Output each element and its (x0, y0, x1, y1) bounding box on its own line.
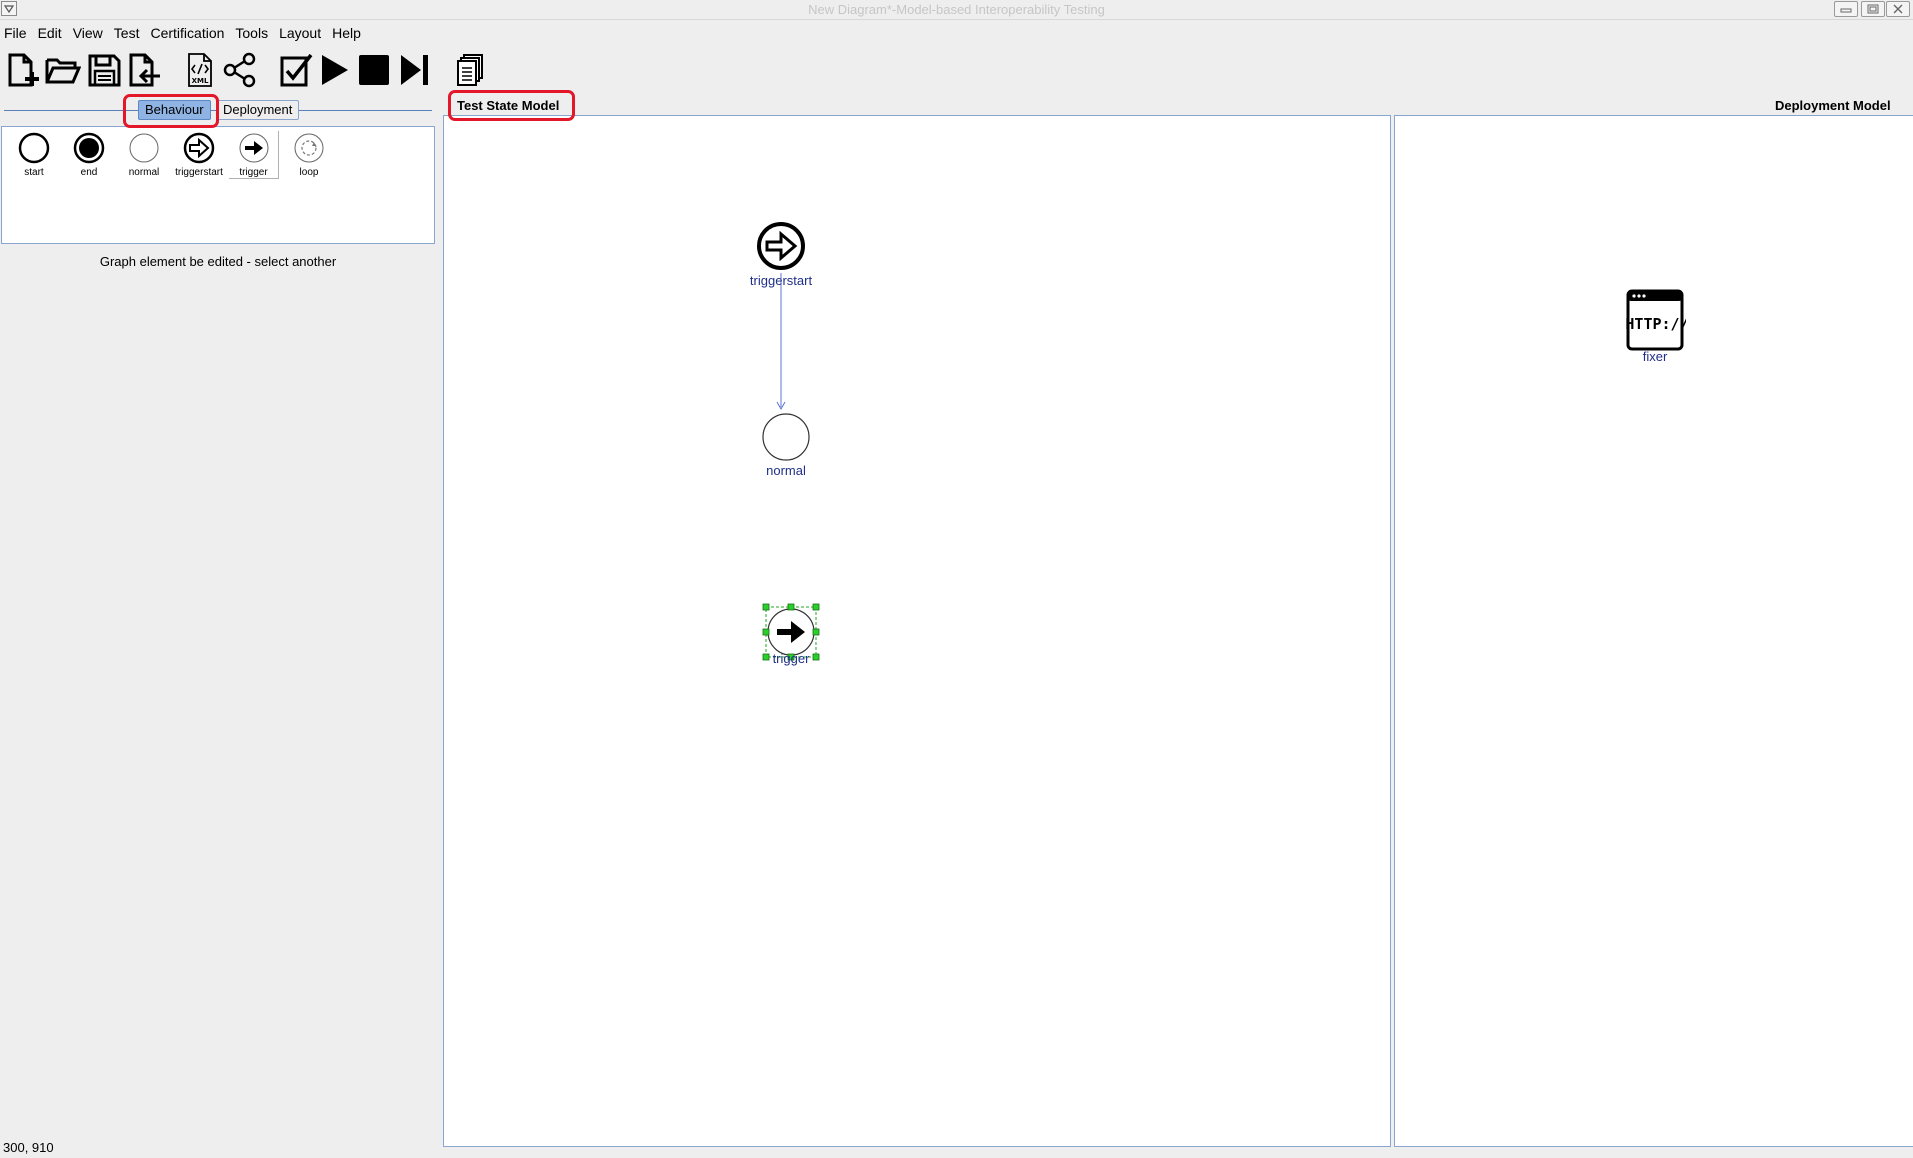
svg-text:HTTP://: HTTP:// (1625, 315, 1686, 333)
tab-behaviour[interactable]: Behaviour (138, 100, 211, 120)
palette-label: end (80, 167, 98, 178)
share-graph-icon (223, 52, 256, 88)
palette-panel: Behaviour Deployment start end normal tr… (0, 98, 436, 1128)
restore-button[interactable] (1861, 1, 1885, 17)
node-trigger[interactable]: trigger (759, 603, 823, 666)
restore-icon (1867, 4, 1879, 14)
palette-label: start (24, 167, 44, 178)
open-folder-icon (45, 58, 81, 84)
triggerstart-icon (183, 132, 215, 164)
stop-icon (359, 55, 389, 85)
edit-status-message: Graph element be edited - select another (99, 254, 337, 269)
run-button[interactable] (314, 50, 354, 90)
xml-file-icon: XML (188, 53, 212, 87)
normal-circle-icon (762, 413, 810, 461)
menu-edit[interactable]: Edit (38, 25, 62, 41)
svg-text:XML: XML (192, 77, 209, 85)
deployment-model-canvas[interactable]: HTTP:// fixer (1394, 115, 1913, 1147)
toolbar: XML (0, 50, 1913, 94)
export-button[interactable] (124, 50, 164, 90)
node-triggerstart[interactable]: triggerstart (734, 220, 828, 288)
menu-layout[interactable]: Layout (279, 25, 321, 41)
palette-label: triggerstart (175, 167, 223, 178)
menu-file[interactable]: File (4, 25, 27, 41)
deployment-model-title: Deployment Model (1775, 98, 1891, 113)
end-circle-icon (73, 132, 105, 164)
minimize-icon (1840, 8, 1852, 13)
close-icon (1893, 4, 1903, 14)
trigger-icon (239, 133, 268, 163)
http-browser-icon: HTTP:// (1625, 289, 1686, 351)
loop-icon (294, 133, 324, 163)
open-button[interactable] (43, 50, 83, 90)
play-icon (322, 55, 348, 85)
window-title: New Diagram*-Model-based Interoperabilit… (808, 2, 1105, 17)
palette-item-loop[interactable]: loop (284, 131, 334, 178)
export-document-icon (129, 53, 160, 87)
validate-button[interactable] (276, 50, 316, 90)
check-icon (280, 53, 313, 87)
menu-bar: File Edit View Test Certification Tools … (0, 22, 1913, 44)
palette-label: loop (299, 167, 319, 178)
menu-help[interactable]: Help (332, 25, 361, 41)
copy-documents-icon (457, 54, 483, 86)
menu-certification[interactable]: Certification (150, 25, 224, 41)
node-fixer[interactable]: HTTP:// fixer (1617, 289, 1693, 364)
share-button[interactable] (220, 50, 260, 90)
normal-circle-icon (129, 133, 159, 163)
palette-item-normal[interactable]: normal (119, 131, 169, 178)
cursor-coordinates: 300, 910 (3, 1140, 54, 1155)
palette-item-end[interactable]: end (64, 131, 114, 178)
test-state-model-title: Test State Model (457, 98, 560, 113)
copy-button[interactable] (450, 50, 490, 90)
save-icon (88, 54, 121, 87)
start-circle-icon (18, 132, 50, 164)
menu-test[interactable]: Test (114, 25, 140, 41)
step-forward-icon (401, 55, 428, 85)
stop-button[interactable] (354, 50, 394, 90)
palette-item-start[interactable]: start (9, 131, 59, 178)
xml-button[interactable]: XML (180, 50, 220, 90)
palette-label: trigger (239, 167, 268, 178)
edge-layer (776, 273, 786, 411)
step-button[interactable] (394, 50, 434, 90)
palette-label: normal (128, 167, 160, 178)
node-label: fixer (1642, 349, 1668, 364)
node-normal[interactable]: normal (749, 412, 823, 478)
new-button[interactable] (2, 50, 42, 90)
node-label: triggerstart (749, 273, 813, 288)
close-button[interactable] (1886, 1, 1910, 17)
save-button[interactable] (84, 50, 124, 90)
test-state-model-canvas[interactable]: triggerstart normal trigger (443, 115, 1391, 1147)
title-bar: New Diagram*-Model-based Interoperabilit… (0, 0, 1913, 20)
triggerstart-icon (757, 222, 805, 270)
tab-deployment[interactable]: Deployment (216, 100, 300, 120)
palette-item-trigger[interactable]: trigger (229, 131, 279, 179)
minimize-button[interactable] (1834, 1, 1858, 17)
menu-view[interactable]: View (73, 25, 103, 41)
node-label: normal (766, 463, 806, 478)
new-document-icon (8, 53, 39, 87)
element-palette: start end normal triggerstart trigger lo… (1, 126, 435, 244)
palette-item-triggerstart[interactable]: triggerstart (174, 131, 224, 178)
menu-tools[interactable]: Tools (235, 25, 268, 41)
